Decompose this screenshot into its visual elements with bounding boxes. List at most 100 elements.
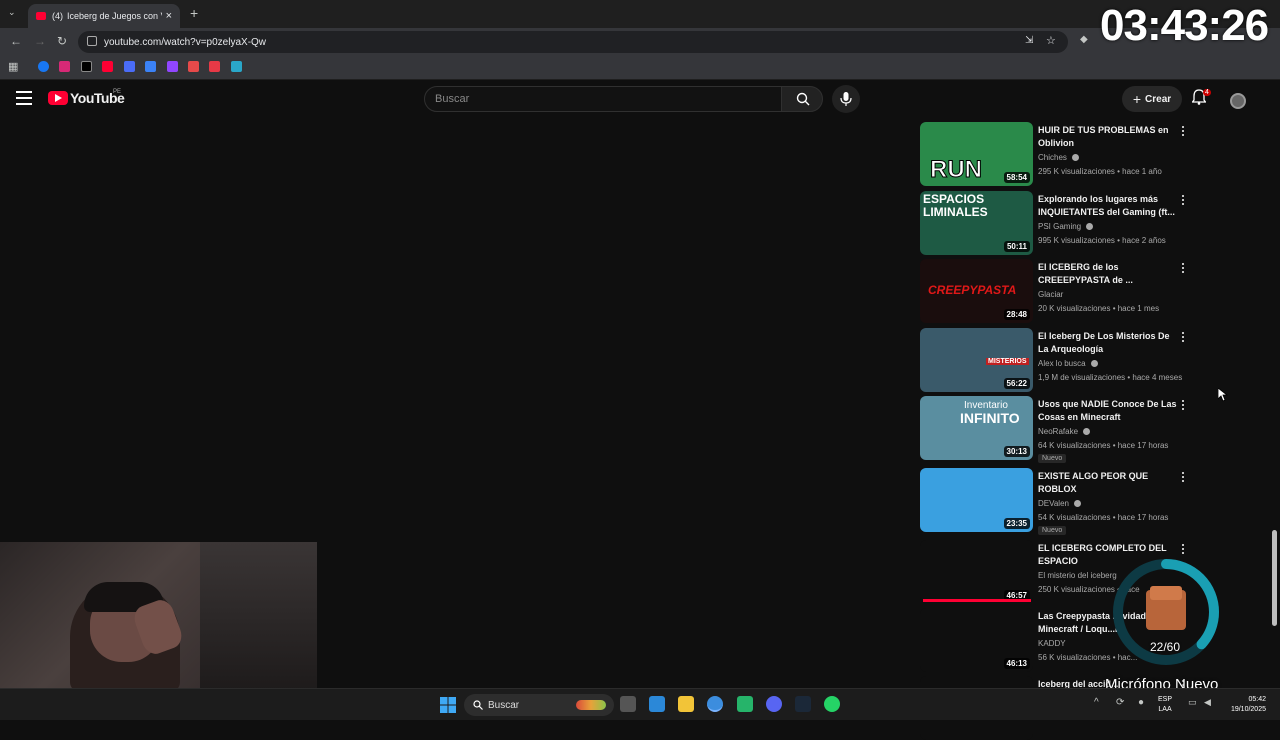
mouse-cursor-icon (1218, 388, 1228, 402)
video-channel[interactable]: PSI Gaming (1038, 222, 1094, 231)
create-button[interactable]: + Crear (1122, 86, 1182, 112)
notification-count-badge: 4 (1203, 89, 1211, 96)
avatar[interactable] (1230, 93, 1246, 109)
system-clock[interactable]: 05:42 19/10/2025 (1222, 695, 1266, 715)
verified-icon (1072, 154, 1080, 162)
video-meta: 20 K visualizaciones • hace 1 mes (1038, 304, 1160, 313)
lang-line-2: LAA (1158, 706, 1172, 713)
video-thumbnail[interactable]: 50:11 ESPACIOS LIMINALES (920, 191, 1033, 255)
network-icon[interactable]: ▭ (1188, 697, 1197, 708)
more-options-icon[interactable] (1181, 332, 1185, 344)
video-thumbnail[interactable]: 30:13 Inventario INFINITO (920, 396, 1033, 460)
video-title[interactable]: EXISTE ALGO PEOR QUE ROBLOX (1038, 470, 1178, 496)
video-channel[interactable]: Glaciar (1038, 290, 1063, 299)
thumbnail-text: CREEPYPASTA (928, 283, 1017, 297)
more-options-icon[interactable] (1181, 472, 1185, 484)
channel-name: El misterio del iceberg (1038, 571, 1117, 580)
task-view-icon[interactable] (620, 696, 636, 712)
video-channel[interactable]: KADDY (1038, 639, 1066, 648)
language-indicator[interactable]: ESP LAA (1158, 695, 1172, 715)
browser-tab-bar: ⌄ (4) Iceberg de Juegos con V × + (0, 0, 1280, 28)
bookmark-star-icon[interactable]: ☆ (1046, 34, 1056, 47)
video-title[interactable]: El ICEBERG de los CREEEPYPASTA de ... (1038, 261, 1178, 287)
video-channel[interactable]: DEValen (1038, 499, 1082, 508)
video-item[interactable]: 50:11 ESPACIOS LIMINALES Explorando los … (920, 191, 1200, 255)
browser-tab[interactable]: (4) Iceberg de Juegos con V × (28, 4, 180, 28)
address-bar-row: ← → ↻ youtube.com/watch?v=p0zelyaX-Qw ⇲ … (0, 28, 1280, 56)
search-placeholder: Buscar (435, 93, 470, 105)
youtube-bookmark-icon[interactable] (102, 61, 113, 72)
windows-start-icon[interactable] (440, 697, 456, 713)
apps-grid-icon[interactable]: ▦ (8, 60, 18, 73)
twitch-bookmark-icon[interactable] (167, 61, 178, 72)
more-options-icon[interactable] (1181, 195, 1185, 207)
install-app-icon[interactable]: ⇲ (1025, 35, 1033, 46)
voice-search-button[interactable] (832, 85, 860, 113)
video-title[interactable]: El Iceberg De Los Misterios De La Arqueo… (1038, 330, 1178, 356)
scrollbar-thumb[interactable] (1272, 530, 1277, 626)
microsoft-store-icon[interactable] (649, 696, 665, 712)
taskbar-search[interactable]: Buscar (464, 694, 614, 716)
video-channel[interactable]: El misterio del iceberg (1038, 571, 1117, 580)
video-item[interactable]: 23:35 EXISTE ALGO PEOR QUE ROBLOX DEVale… (920, 468, 1200, 535)
bookmark-icon-5[interactable] (124, 61, 135, 72)
video-thumbnail[interactable]: 46:57 (920, 540, 1033, 604)
more-options-icon[interactable] (1181, 263, 1185, 275)
extension-icon[interactable]: ◆ (1080, 34, 1088, 45)
facebook-bookmark-icon[interactable] (38, 61, 49, 72)
video-channel[interactable]: Alex lo busca (1038, 359, 1098, 368)
steam-icon[interactable] (795, 696, 811, 712)
search-button[interactable] (781, 86, 823, 112)
channel-name: NeoRafake (1038, 427, 1079, 436)
video-channel[interactable]: Chiches (1038, 153, 1080, 162)
new-badge: Nuevo (1038, 454, 1067, 463)
webcam-feed (0, 542, 317, 690)
video-thumbnail[interactable]: 46:13 (920, 608, 1033, 672)
video-channel[interactable]: NeoRafake (1038, 427, 1091, 436)
video-thumbnail[interactable]: 23:35 (920, 468, 1033, 532)
back-arrow-icon[interactable]: ← (10, 34, 22, 48)
chrome-icon[interactable] (707, 696, 723, 712)
url-field[interactable]: youtube.com/watch?v=p0zelyaX-Qw ⇲ ☆ (78, 31, 1068, 53)
youtube-header: YouTube PE Buscar + Crear 4 (0, 81, 1280, 117)
video-meta: 1,9 M de visualizaciones • hace 4 meses (1038, 373, 1183, 382)
discord-icon[interactable] (766, 696, 782, 712)
video-thumbnail[interactable]: 28:48 CREEPYPASTA (920, 259, 1033, 323)
video-thumbnail[interactable]: 56:22 MISTERIOS (920, 328, 1033, 392)
bookmark-icon-9[interactable] (209, 61, 220, 72)
more-options-icon[interactable] (1181, 126, 1185, 138)
video-item[interactable]: 56:22 MISTERIOS El Iceberg De Los Mister… (920, 328, 1200, 392)
app-icon-green[interactable] (737, 696, 753, 712)
video-item[interactable]: 28:48 CREEPYPASTA El ICEBERG de los CREE… (920, 259, 1200, 323)
bookmark-icon-6[interactable] (145, 61, 156, 72)
file-explorer-icon[interactable] (678, 696, 694, 712)
tray-chevron-icon[interactable]: ^ (1094, 697, 1099, 708)
tab-list-icon[interactable]: ⌄ (8, 7, 16, 18)
video-item[interactable]: 30:13 Inventario INFINITO Usos que NADIE … (920, 396, 1200, 463)
bookmark-icon-10[interactable] (231, 61, 242, 72)
site-info-icon[interactable] (87, 36, 97, 46)
reload-icon[interactable]: ↻ (57, 34, 67, 48)
video-thumbnail[interactable]: 58:54 RUN (920, 122, 1033, 186)
create-label: Crear (1145, 93, 1172, 105)
x-bookmark-icon[interactable] (81, 61, 92, 72)
instagram-bookmark-icon[interactable] (59, 61, 70, 72)
search-input[interactable]: Buscar (424, 86, 782, 112)
forward-arrow-icon[interactable]: → (34, 34, 46, 48)
tray-mic-icon[interactable]: ● (1138, 697, 1144, 708)
tray-sync-icon[interactable]: ⟳ (1116, 697, 1124, 708)
more-options-icon[interactable] (1181, 544, 1185, 556)
video-title[interactable]: HUIR DE TUS PROBLEMAS en Oblivion (1038, 124, 1178, 150)
new-badge: Nuevo (1038, 526, 1067, 535)
more-options-icon[interactable] (1181, 400, 1185, 412)
new-tab-icon[interactable]: + (190, 5, 198, 21)
video-title[interactable]: Explorando los lugares más INQUIETANTES … (1038, 193, 1178, 219)
bookmark-icon-8[interactable] (188, 61, 199, 72)
close-tab-icon[interactable]: × (166, 10, 172, 22)
video-item[interactable]: 58:54 RUN HUIR DE TUS PROBLEMAS en Obliv… (920, 122, 1200, 186)
thumbnail-text: ESPACIOS LIMINALES (923, 192, 988, 219)
volume-icon[interactable]: ◀ (1204, 697, 1211, 708)
whatsapp-icon[interactable] (824, 696, 840, 712)
video-title[interactable]: Usos que NADIE Conoce De Las Cosas en Mi… (1038, 398, 1178, 424)
hamburger-menu-icon[interactable] (16, 91, 32, 105)
